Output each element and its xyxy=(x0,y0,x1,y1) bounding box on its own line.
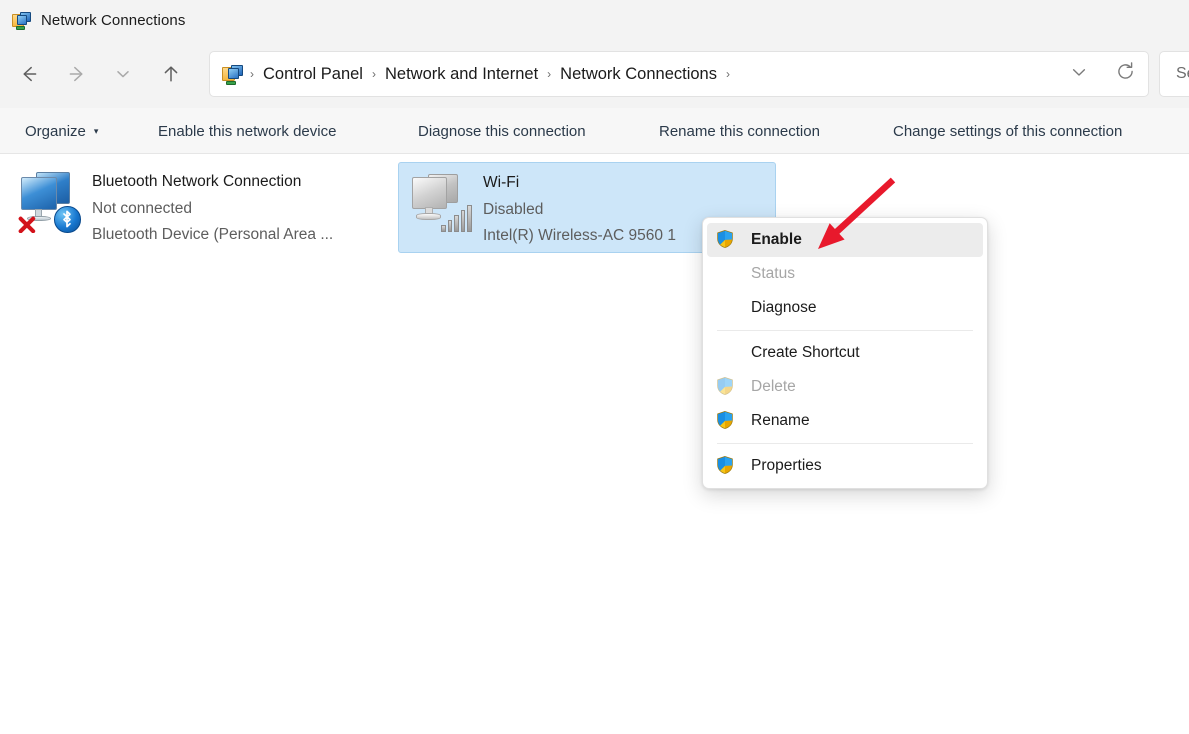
command-enable-this-network-device[interactable]: Enable this network device xyxy=(158,108,336,154)
forward-button[interactable] xyxy=(56,57,98,91)
search-input[interactable]: Se xyxy=(1176,65,1189,83)
network-folder-icon xyxy=(12,10,32,30)
menu-item-label: Status xyxy=(751,265,795,282)
menu-item-diagnose[interactable]: Diagnose xyxy=(707,291,983,325)
command-label: Rename this connection xyxy=(659,122,820,140)
breadcrumb-control-panel[interactable]: Control Panel xyxy=(256,61,370,88)
up-button[interactable] xyxy=(150,57,192,91)
breadcrumb-network-connections[interactable]: Network Connections xyxy=(553,61,724,88)
chevron-down-icon xyxy=(1069,62,1089,87)
back-button[interactable] xyxy=(8,57,50,91)
chevron-down-icon xyxy=(114,65,132,83)
command-rename-this-connection[interactable]: Rename this connection xyxy=(659,108,820,154)
menu-item-icon-placeholder xyxy=(715,297,737,319)
command-label: Change settings of this connection xyxy=(893,122,1123,140)
command-bar: Organize ▾ Enable this network device Diagn… xyxy=(0,108,1189,154)
breadcrumb-separator: › xyxy=(371,67,376,81)
command-diagnose-this-connection[interactable]: Diagnose this connection xyxy=(418,108,586,154)
list-item-text: Bluetooth Network Connection Not connect… xyxy=(92,168,333,243)
connections-list: Bluetooth Network Connection Not connect… xyxy=(0,154,1189,734)
window-title: Network Connections xyxy=(41,11,186,29)
breadcrumb-separator: › xyxy=(547,67,552,81)
menu-item-enable[interactable]: Enable xyxy=(707,223,983,257)
recent-locations-button[interactable] xyxy=(102,57,144,91)
uac-shield-icon xyxy=(715,455,737,477)
refresh-icon xyxy=(1115,61,1136,87)
menu-item-label: Enable xyxy=(751,231,802,248)
connection-status: Disabled xyxy=(483,200,544,218)
refresh-button[interactable] xyxy=(1102,52,1148,96)
menu-item-delete: Delete xyxy=(707,370,983,404)
command-label: Enable this network device xyxy=(158,122,337,140)
address-network-folder-icon xyxy=(222,63,244,85)
menu-item-label: Diagnose xyxy=(751,299,817,316)
uac-shield-icon xyxy=(715,229,737,251)
connection-status: Not connected xyxy=(92,199,192,217)
bluetooth-network-adapter-icon xyxy=(16,168,82,234)
command-label: Diagnose this connection xyxy=(418,122,586,140)
menu-separator xyxy=(717,330,973,331)
context-menu[interactable]: Enable Status Diagnose Create Shortcut Delet… xyxy=(702,217,988,489)
uac-shield-icon xyxy=(715,376,737,398)
command-label: Organize xyxy=(25,122,86,140)
command-organize[interactable]: Organize ▾ xyxy=(25,108,98,154)
bluetooth-badge-icon xyxy=(54,206,81,233)
menu-item-label: Create Shortcut xyxy=(751,344,860,361)
menu-item-label: Properties xyxy=(751,457,822,474)
back-arrow-icon xyxy=(18,63,40,85)
list-item[interactable]: Bluetooth Network Connection Not connect… xyxy=(8,162,393,251)
uac-shield-icon xyxy=(715,410,737,432)
breadcrumb-network-and-internet[interactable]: Network and Internet xyxy=(378,61,545,88)
chevron-down-icon: ▾ xyxy=(93,125,99,136)
connection-device: Bluetooth Device (Personal Area ... xyxy=(92,226,334,243)
forward-arrow-icon xyxy=(66,63,88,85)
menu-item-status: Status xyxy=(707,257,983,291)
error-x-icon xyxy=(17,216,37,234)
up-arrow-icon xyxy=(160,63,182,85)
breadcrumb-separator: › xyxy=(250,67,254,81)
address-bar[interactable]: › Control Panel › Network and Internet ›… xyxy=(209,51,1149,97)
menu-item-rename[interactable]: Rename xyxy=(707,404,983,438)
menu-item-icon-placeholder xyxy=(715,342,737,364)
menu-item-properties[interactable]: Properties xyxy=(707,449,983,483)
menu-item-label: Rename xyxy=(751,412,810,429)
wifi-adapter-disabled-icon xyxy=(407,169,473,235)
address-dropdown-button[interactable] xyxy=(1056,52,1102,96)
title-bar: Network Connections xyxy=(0,0,1189,40)
menu-item-create-shortcut[interactable]: Create Shortcut xyxy=(707,336,983,370)
navigation-bar: › Control Panel › Network and Internet ›… xyxy=(0,40,1189,108)
command-change-settings-of-this-connection[interactable]: Change settings of this connection xyxy=(893,108,1122,154)
search-box[interactable]: Se xyxy=(1159,51,1189,97)
connection-name: Wi-Fi xyxy=(483,174,520,191)
connection-name: Bluetooth Network Connection xyxy=(92,173,302,190)
connection-device: Intel(R) Wireless-AC 9560 1 xyxy=(483,227,676,244)
menu-separator xyxy=(717,443,973,444)
breadcrumb-separator: › xyxy=(725,67,730,81)
list-item-text: Wi-Fi Disabled Intel(R) Wireless-AC 9560… xyxy=(483,169,676,244)
menu-item-label: Delete xyxy=(751,378,796,395)
menu-item-icon-placeholder xyxy=(715,263,737,285)
signal-bars-icon xyxy=(441,204,472,233)
